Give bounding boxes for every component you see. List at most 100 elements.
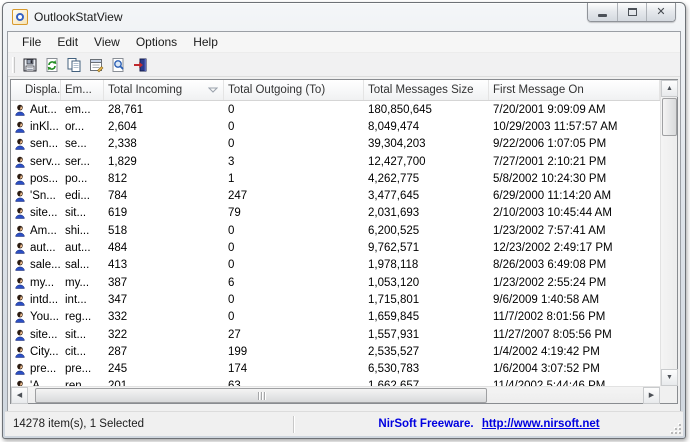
table-row[interactable]: aut... aut... 484 0 9,762,571 12/23/2002… <box>11 239 660 256</box>
properties-icon <box>88 57 104 73</box>
table-row[interactable]: 'Sn... edi... 784 247 3,477,645 6/29/200… <box>11 187 660 204</box>
total-incoming-cell: 322 <box>104 329 224 341</box>
table-row[interactable]: intd... int... 347 0 1,715,801 9/6/2009 … <box>11 291 660 308</box>
table-row[interactable]: pos... po... 812 1 4,262,775 5/8/2002 10… <box>11 170 660 187</box>
first-message-on-cell: 1/4/2002 4:19:42 PM <box>489 346 660 358</box>
email-cell: sit... <box>61 329 104 341</box>
contact-icon <box>14 259 26 271</box>
column-header-total-messages-size[interactable]: Total Messages Size <box>364 80 489 100</box>
table-row[interactable]: site... sit... 619 79 2,031,693 2/10/200… <box>11 205 660 222</box>
horizontal-scroll-thumb[interactable] <box>35 388 487 403</box>
total-messages-size-cell: 1,715,801 <box>364 294 489 306</box>
table-row[interactable]: Aut... em... 28,761 0 180,850,645 7/20/2… <box>11 101 660 118</box>
properties-button[interactable] <box>85 55 107 75</box>
nirsoft-url-link[interactable]: http://www.nirsoft.net <box>482 418 600 430</box>
horizontal-scrollbar[interactable]: ◀ ▶ <box>11 386 660 403</box>
email-cell: int... <box>61 294 104 306</box>
column-header-total-outgoing[interactable]: Total Outgoing (To) <box>224 80 364 100</box>
scroll-down-button[interactable]: ▼ <box>661 369 678 386</box>
contact-icon <box>14 190 26 202</box>
maximize-button[interactable] <box>617 3 646 21</box>
display-name-cell: site... <box>30 329 57 341</box>
display-name-cell: pre... <box>30 363 56 375</box>
menu-bar: File Edit View Options Help <box>8 32 680 53</box>
vertical-scroll-thumb[interactable] <box>662 98 677 136</box>
menu-file[interactable]: File <box>14 33 49 51</box>
item-count-text: 14278 item(s), 1 Selected <box>5 418 293 430</box>
scroll-up-button[interactable]: ▲ <box>661 80 678 97</box>
table-row[interactable]: Am... shi... 518 0 6,200,525 1/23/2002 7… <box>11 222 660 239</box>
right-arrow-icon: ▶ <box>649 392 654 399</box>
email-cell: sal... <box>61 259 104 271</box>
table-row[interactable]: City... cit... 287 199 2,535,527 1/4/200… <box>11 343 660 360</box>
minimize-button[interactable] <box>588 3 617 21</box>
menu-view[interactable]: View <box>86 33 128 51</box>
total-outgoing-cell: 199 <box>224 346 364 358</box>
save-button[interactable] <box>19 55 41 75</box>
column-header-email[interactable]: Em... <box>61 80 104 100</box>
scroll-left-button[interactable]: ◀ <box>11 387 28 404</box>
scroll-right-button[interactable]: ▶ <box>643 387 660 404</box>
contact-icon <box>14 225 26 237</box>
total-outgoing-cell: 0 <box>224 259 364 271</box>
email-cell: po... <box>61 173 104 185</box>
menu-options[interactable]: Options <box>128 33 185 51</box>
contact-icon <box>14 346 26 358</box>
first-message-on-cell: 6/29/2000 11:14:20 AM <box>489 190 660 202</box>
total-outgoing-cell: 0 <box>224 225 364 237</box>
table-row[interactable]: You... reg... 332 0 1,659,845 11/7/2002 … <box>11 309 660 326</box>
contact-icon <box>14 173 26 185</box>
first-message-on-cell: 7/27/2001 2:10:21 PM <box>489 156 660 168</box>
first-message-on-cell: 2/10/2003 10:45:44 AM <box>489 207 660 219</box>
down-arrow-icon: ▼ <box>666 374 673 381</box>
total-outgoing-cell: 174 <box>224 363 364 375</box>
find-button[interactable] <box>107 55 129 75</box>
total-messages-size-cell: 1,557,931 <box>364 329 489 341</box>
total-messages-size-cell: 9,762,571 <box>364 242 489 254</box>
total-outgoing-cell: 79 <box>224 207 364 219</box>
contacts-table: Displa... Em... Total Incoming Total Out… <box>10 79 678 404</box>
table-row[interactable]: sen... se... 2,338 0 39,304,203 9/22/200… <box>11 136 660 153</box>
email-cell: ser... <box>61 156 104 168</box>
display-name-cell: intd... <box>30 294 58 306</box>
display-name-cell: inKl... <box>30 121 59 133</box>
table-row[interactable]: my... my... 387 6 1,053,120 1/23/2002 2:… <box>11 274 660 291</box>
table-row[interactable]: sale... sal... 413 0 1,978,118 8/26/2003… <box>11 257 660 274</box>
column-header-total-incoming[interactable]: Total Incoming <box>104 80 224 100</box>
display-name-cell: City... <box>30 346 59 358</box>
table-row[interactable]: serv... ser... 1,829 3 12,427,700 7/27/2… <box>11 153 660 170</box>
total-outgoing-cell: 0 <box>224 294 364 306</box>
toolbar-gripper <box>12 57 15 73</box>
client-area: File Edit View Options Help <box>7 31 681 434</box>
title-bar[interactable]: OutlookStatView <box>3 3 685 30</box>
total-incoming-cell: 332 <box>104 311 224 323</box>
total-messages-size-cell: 3,477,645 <box>364 190 489 202</box>
table-body: Aut... em... 28,761 0 180,850,645 7/20/2… <box>11 101 660 386</box>
column-header-display-name[interactable]: Displa... <box>11 80 61 100</box>
display-name-cell: site... <box>30 207 57 219</box>
close-button[interactable]: ✕ <box>646 3 675 21</box>
app-icon <box>12 9 28 25</box>
sort-descending-icon <box>208 84 218 96</box>
first-message-on-cell: 7/20/2001 9:09:09 AM <box>489 104 660 116</box>
email-cell: shi... <box>61 225 104 237</box>
exit-button[interactable] <box>129 55 151 75</box>
column-header-first-message-on[interactable]: First Message On <box>489 80 660 100</box>
table-row[interactable]: pre... pre... 245 174 6,530,783 1/6/2004… <box>11 360 660 377</box>
copy-button[interactable] <box>63 55 85 75</box>
table-row[interactable]: 'A.... ren... 201 63 1,662,657 11/4/2002… <box>11 378 660 386</box>
total-incoming-cell: 518 <box>104 225 224 237</box>
refresh-button[interactable] <box>41 55 63 75</box>
display-name-cell: pos... <box>30 173 58 185</box>
vertical-scrollbar[interactable]: ▲ ▼ <box>660 80 677 386</box>
total-incoming-cell: 287 <box>104 346 224 358</box>
menu-edit[interactable]: Edit <box>49 33 86 51</box>
menu-help[interactable]: Help <box>185 33 226 51</box>
total-incoming-cell: 484 <box>104 242 224 254</box>
resize-grip[interactable] <box>671 424 681 434</box>
total-messages-size-cell: 1,053,120 <box>364 277 489 289</box>
total-outgoing-cell: 0 <box>224 311 364 323</box>
table-row[interactable]: site... sit... 322 27 1,557,931 11/27/20… <box>11 326 660 343</box>
total-outgoing-cell: 1 <box>224 173 364 185</box>
table-row[interactable]: inKl... or... 2,604 0 8,049,474 10/29/20… <box>11 118 660 135</box>
